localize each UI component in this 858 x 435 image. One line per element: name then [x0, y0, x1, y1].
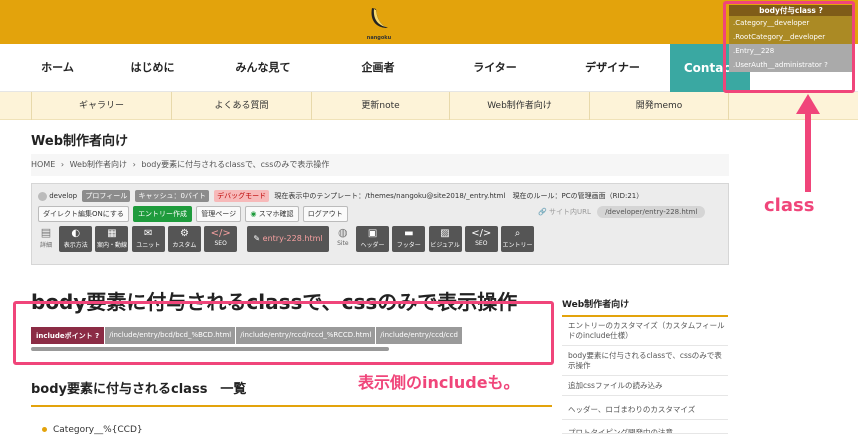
- nav-item-designer[interactable]: デザイナー: [560, 44, 665, 92]
- nav-item-writer[interactable]: ライター: [430, 44, 560, 92]
- toggle-icon: ◐: [71, 228, 81, 239]
- breadcrumb-current: body要素に付与されるclassで、cssのみで表示操作: [141, 160, 330, 169]
- entry-button[interactable]: ⌕ エントリー: [501, 226, 534, 252]
- breadcrumb-home[interactable]: HOME: [31, 160, 55, 169]
- search-icon: ⌕: [514, 228, 521, 239]
- create-entry-button[interactable]: エントリー作成: [133, 206, 193, 222]
- footer-button[interactable]: ▬ フッター: [392, 226, 426, 252]
- cache-tag[interactable]: キャッシュ：0バイト: [135, 190, 209, 202]
- admin-status-row: develop プロフィール キャッシュ：0バイト デバッグモード 現在表示中の…: [38, 190, 643, 202]
- breadcrumb: HOME › Web制作者向け › body要素に付与されるclassで、css…: [31, 154, 729, 176]
- entry-file-button[interactable]: ✎ entry-228.html: [247, 226, 329, 252]
- navigation-label: 案内・動線: [96, 242, 127, 249]
- debug-mode-tag[interactable]: デバッグモード: [214, 190, 270, 202]
- seo-label: SEO: [214, 240, 227, 247]
- display-method-button[interactable]: ◐ 表示方法: [59, 226, 93, 252]
- smartphone-check-button[interactable]: ◉ スマホ確認: [245, 206, 299, 222]
- seo2-label: SEO: [475, 240, 488, 247]
- sub-nav: ギャラリー よくある質問 更新note Web制作者向け 開発memo: [0, 92, 858, 120]
- arrow-up-icon: [796, 94, 820, 192]
- eye-icon: ◉: [250, 210, 259, 218]
- custom-label: カスタム: [172, 242, 197, 249]
- class-highlight-box: [723, 1, 855, 93]
- bullet-icon: [42, 427, 47, 432]
- admin-toolbar: develop プロフィール キャッシュ：0バイト デバッグモード 現在表示中の…: [31, 183, 729, 265]
- admin-username: develop: [49, 192, 78, 200]
- subnav-item-dev-memo[interactable]: 開発memo: [589, 92, 729, 120]
- nav-item-intro[interactable]: はじめに: [105, 44, 200, 92]
- subnav-item-update-note[interactable]: 更新note: [311, 92, 449, 120]
- admin-page-button[interactable]: 管理ページ: [196, 206, 242, 222]
- link-icon: 🔗: [538, 208, 547, 216]
- display-method-label: 表示方法: [63, 242, 88, 249]
- nav-item-home[interactable]: ホーム: [10, 44, 105, 92]
- code-icon: </>: [471, 228, 492, 239]
- admin-button-row: ダイレクト編集ONにする エントリー作成 管理ページ ◉ スマホ確認 ログアウト: [38, 206, 350, 222]
- breadcrumb-separator: ›: [132, 160, 136, 169]
- unit-label: ユニット: [136, 242, 161, 249]
- detail-label: ▤ 詳細: [38, 226, 54, 249]
- subnav-item-web-developers[interactable]: Web制作者向け: [449, 92, 589, 120]
- document-icon: ▤: [40, 226, 52, 239]
- chat-icon: ✉: [144, 228, 153, 239]
- window-icon: ▣: [367, 228, 378, 239]
- visual-label: ビジュアル: [430, 242, 460, 249]
- seo-button[interactable]: </> SEO: [204, 226, 238, 252]
- subnav-item-gallery[interactable]: ギャラリー: [31, 92, 171, 120]
- gear-icon: ⚙: [179, 228, 189, 239]
- unit-button[interactable]: ✉ ユニット: [131, 226, 165, 252]
- breadcrumb-category[interactable]: Web制作者向け: [70, 160, 127, 169]
- header-label: ヘッダー: [360, 242, 385, 249]
- sidebar-item[interactable]: プロトタイピング開発中の注意: [562, 424, 728, 434]
- sidebar-item[interactable]: 追加cssファイルの読み込み: [562, 377, 728, 396]
- site-label-text: Site: [337, 240, 349, 247]
- bar-icon: ▬: [404, 228, 414, 239]
- profile-tag[interactable]: プロフィール: [82, 190, 131, 202]
- code-icon: </>: [210, 228, 231, 239]
- visual-button[interactable]: ▨ ビジュアル: [428, 226, 462, 252]
- user-avatar-icon: [38, 191, 47, 201]
- detail-label-text: 詳細: [39, 242, 52, 249]
- grid-icon: ▦: [107, 228, 117, 239]
- include-highlight-box: [13, 301, 554, 365]
- logout-button[interactable]: ログアウト: [302, 206, 348, 222]
- navigation-button[interactable]: ▦ 案内・動線: [95, 226, 129, 252]
- entry-file-label: entry-228.html: [262, 234, 323, 243]
- sidebar-heading: Web制作者向け: [562, 297, 728, 317]
- page-title: Web制作者向け: [31, 134, 128, 149]
- smartphone-check-label: スマホ確認: [258, 210, 294, 218]
- class-annotation: class: [764, 195, 815, 216]
- sidebar-item[interactable]: ヘッダー、ロゴまわりのカスタマイズ: [562, 401, 728, 420]
- globe-icon: ◍: [338, 226, 348, 239]
- logo-text: nangoku: [366, 35, 392, 41]
- nav-item-planner[interactable]: 企画者: [326, 44, 430, 92]
- breadcrumb-separator: ›: [60, 160, 65, 169]
- seo2-button[interactable]: </> SEO: [464, 226, 498, 252]
- direct-edit-button[interactable]: ダイレクト編集ONにする: [38, 206, 129, 222]
- site-logo[interactable]: nangoku: [362, 4, 396, 41]
- site-url-area: 🔗 サイト内URL /developer/entry-228.html: [538, 206, 706, 218]
- include-annotation: 表示側のincludeも。: [358, 373, 520, 392]
- entry-label: エントリー: [502, 242, 533, 249]
- subnav-item-faq[interactable]: よくある質問: [171, 92, 311, 120]
- nav-item-everyone[interactable]: みんな見て: [200, 44, 326, 92]
- sidebar-item[interactable]: エントリーのカスタマイズ（カスタムフィールドのinclude仕様）: [562, 317, 728, 346]
- sidebar-item[interactable]: body要素に付与されるclassで、cssのみで表示操作: [562, 347, 728, 376]
- banana-logo-icon: [371, 8, 388, 28]
- footer-label: フッター: [396, 242, 421, 249]
- current-template-text: 現在表示中のテンプレート：/themes/nangoku@site2018/_e…: [274, 192, 506, 200]
- header-button[interactable]: ▣ ヘッダー: [356, 226, 390, 252]
- current-rule-text: 現在のルール：PCの管理画面（RID:21）: [512, 192, 644, 200]
- site-url-field[interactable]: /developer/entry-228.html: [597, 206, 706, 218]
- image-icon: ▨: [440, 228, 450, 239]
- site-label: ◍ Site: [335, 226, 351, 247]
- site-url-label: サイト内URL: [548, 208, 591, 216]
- admin-icon-row: ▤ 詳細 ◐ 表示方法 ▦ 案内・動線 ✉ ユニット ⚙ カスタム </> SEO ✎ en…: [38, 226, 535, 252]
- edit-icon: ✎: [253, 234, 263, 243]
- custom-button[interactable]: ⚙ カスタム: [167, 226, 201, 252]
